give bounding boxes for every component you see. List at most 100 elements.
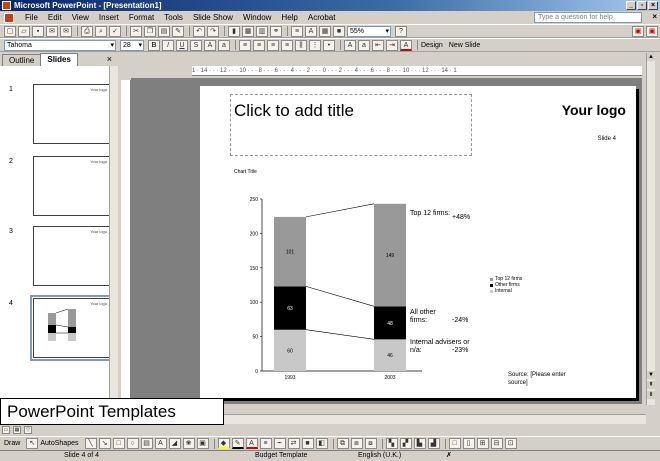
font-color-draw-icon[interactable]: A (245, 438, 258, 449)
spelling-status-icon[interactable]: ✗ (446, 451, 452, 461)
slide-logo[interactable]: Your logo (562, 102, 626, 118)
insert-table-icon[interactable]: ▦ (242, 25, 254, 37)
help-icon[interactable]: ? (395, 25, 407, 37)
fill-color-icon[interactable]: ◆ (217, 438, 230, 449)
menu-file[interactable]: File (20, 11, 43, 24)
menu-help[interactable]: Help (276, 11, 302, 24)
slide-show-view-icon[interactable]: ▽ (24, 426, 32, 434)
cut-icon[interactable]: ✂ (130, 25, 142, 37)
normal-view-icon[interactable]: ▭ (2, 426, 10, 434)
line-color-icon[interactable]: ✎ (231, 438, 244, 449)
shadow-style-icon[interactable]: ■ (301, 438, 314, 449)
next-slide-icon[interactable]: ⇟ (647, 391, 655, 399)
source-note[interactable]: Source: [Please enter source] (508, 371, 568, 387)
menu-edit[interactable]: Edit (43, 11, 67, 24)
grid-icon[interactable]: ▦ (319, 25, 331, 37)
document-icon[interactable] (4, 12, 14, 23)
menu-view[interactable]: View (67, 11, 94, 24)
rotate-icon[interactable]: ⊞ (476, 438, 489, 449)
acrobat-email-pdf-icon[interactable]: ▣ (646, 25, 658, 37)
close-document-icon[interactable]: × (652, 12, 657, 21)
ungroup-icon[interactable]: ⧈ (350, 438, 363, 449)
send-to-back-icon[interactable]: ▟ (427, 438, 440, 449)
print-preview-icon[interactable]: ⌕ (95, 25, 107, 37)
bold-icon[interactable]: B (148, 39, 160, 51)
paste-icon[interactable]: ▤ (158, 25, 170, 37)
wordart-icon[interactable]: A (154, 438, 167, 449)
align-center-icon[interactable]: ≡ (253, 39, 265, 51)
shrink-font-icon[interactable]: a (218, 39, 230, 51)
thumbnail-scrollbar[interactable] (109, 66, 118, 406)
format-painter-icon[interactable]: ✎ (172, 25, 184, 37)
close-window-button[interactable]: × (648, 1, 658, 10)
close-pane-icon[interactable]: × (107, 54, 112, 64)
menu-format[interactable]: Format (124, 11, 159, 24)
tab-outline[interactable]: Outline (2, 54, 42, 66)
zoom-select[interactable]: 55% (347, 25, 391, 37)
arrow-style-icon[interactable]: ⇄ (287, 438, 300, 449)
copy-icon[interactable]: ❐ (144, 25, 156, 37)
oval-tool-icon[interactable]: ○ (126, 438, 139, 449)
font-name-select[interactable]: Tahoma (4, 39, 116, 51)
new-file-icon[interactable]: ▢ (4, 25, 16, 37)
distribute-icon[interactable]: ▯ (462, 438, 475, 449)
spelling-icon[interactable]: ✓ (109, 25, 121, 37)
bullets-icon[interactable]: • (323, 39, 335, 51)
text-box-icon[interactable]: ▤ (140, 438, 153, 449)
group-icon[interactable]: ⧉ (336, 438, 349, 449)
diagram-icon[interactable]: ◢ (168, 438, 181, 449)
dash-style-icon[interactable]: ┅ (273, 438, 286, 449)
menu-slide-show[interactable]: Slide Show (188, 11, 238, 24)
minimize-button[interactable]: _ (626, 1, 636, 10)
slide-thumbnail-1[interactable]: Your logo (33, 84, 111, 144)
slide-thumbnail-3[interactable]: Your logo (33, 226, 111, 286)
line-tool-icon[interactable]: ╲ (84, 438, 97, 449)
numbering-icon[interactable]: ⋮ (309, 39, 321, 51)
italic-icon[interactable]: I (162, 39, 174, 51)
slide-vertical-scrollbar[interactable]: ▲ ▼ ⇞ ⇟ (646, 53, 655, 405)
insert-picture-icon[interactable]: ▣ (196, 438, 209, 449)
draw-menu-button[interactable]: Draw (4, 440, 20, 447)
scroll-up-icon[interactable]: ▲ (647, 53, 655, 61)
flip-icon[interactable]: ⊟ (490, 438, 503, 449)
columns-icon[interactable]: ⫼ (295, 39, 307, 51)
show-formatting-icon[interactable]: A (305, 25, 317, 37)
arrow-tool-icon[interactable]: ↘ (98, 438, 111, 449)
rectangle-tool-icon[interactable]: □ (112, 438, 125, 449)
email-icon[interactable]: ✉ (60, 25, 72, 37)
slide-sorter-view-icon[interactable]: ▦ (13, 426, 21, 434)
previous-slide-icon[interactable]: ⇞ (647, 381, 655, 389)
font-color-icon[interactable]: A (400, 39, 412, 51)
slide-thumbnail-2[interactable]: Your logo (33, 156, 111, 216)
tab-slides[interactable]: Slides (40, 53, 78, 66)
bring-forward-icon[interactable]: ▚ (385, 438, 398, 449)
acrobat-pdf-icon[interactable]: ▣ (632, 25, 644, 37)
clip-art-icon[interactable]: ❀ (182, 438, 195, 449)
justify-icon[interactable]: ≡ (281, 39, 293, 51)
open-file-icon[interactable]: ▱ (18, 25, 30, 37)
align-right-icon[interactable]: ≡ (267, 39, 279, 51)
select-objects-icon[interactable]: ↖ (26, 438, 39, 449)
expand-all-icon[interactable]: ≡ (291, 25, 303, 37)
title-placeholder[interactable]: Click to add title (230, 94, 472, 156)
increase-font-icon[interactable]: A (344, 39, 356, 51)
undo-icon[interactable]: ↶ (193, 25, 205, 37)
menu-insert[interactable]: Insert (94, 11, 124, 24)
3d-style-icon[interactable]: ◧ (315, 438, 328, 449)
permission-icon[interactable]: ✉ (46, 25, 58, 37)
font-size-select[interactable]: 28 (120, 39, 144, 51)
help-question-input[interactable]: Type a question for help (534, 12, 642, 23)
new-slide-button[interactable]: New Slide (449, 42, 481, 49)
insert-chart-icon[interactable]: ▮ (228, 25, 240, 37)
print-icon[interactable]: ⎙ (81, 25, 93, 37)
line-style-icon[interactable]: ≡ (259, 438, 272, 449)
stacked-bar-chart[interactable]: Chart Title 0 50 100 150 200 250 60 63 101 1993 46… (222, 166, 522, 398)
align-left-icon[interactable]: ≡ (239, 39, 251, 51)
design-button[interactable]: Design (421, 42, 443, 49)
menu-window[interactable]: Window (238, 11, 276, 24)
scroll-down-icon[interactable]: ▼ (647, 371, 655, 379)
save-icon[interactable]: ▪ (32, 25, 44, 37)
menu-acrobat[interactable]: Acrobat (303, 11, 341, 24)
redo-icon[interactable]: ↷ (207, 25, 219, 37)
color-grayscale-icon[interactable]: ■ (333, 25, 345, 37)
